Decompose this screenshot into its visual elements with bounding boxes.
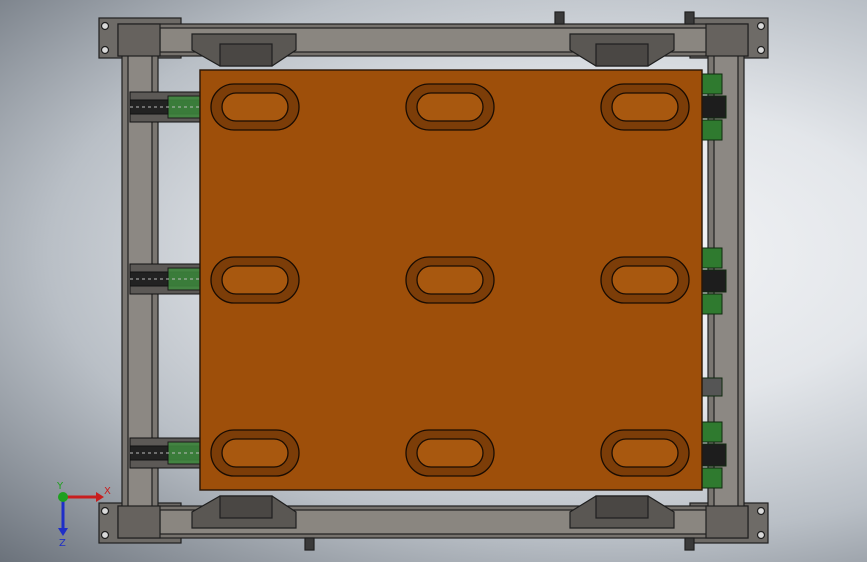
plate-slot [210,429,300,477]
bolt-hole [100,45,110,55]
bolt-hole [756,506,766,516]
triad-x-arrow [96,492,104,502]
triad-x-label: X [104,486,111,497]
chain-drive-left-top [129,91,203,123]
plate-slot [405,256,495,304]
clip-top [554,11,565,25]
plate-slot [600,83,690,131]
plate-slot [600,256,690,304]
plate-slot [210,83,300,131]
plate-slot [405,83,495,131]
roller [699,119,723,141]
roller-chain [699,443,727,467]
pallet-plate[interactable] [199,69,703,491]
chain-drive-left-bottom [129,437,203,469]
clip-bottom [684,537,695,551]
plate-slot [600,429,690,477]
bolt-hole [756,45,766,55]
roller-chain [699,269,727,293]
bolt-hole [756,21,766,31]
bolt-hole [100,506,110,516]
roller-chain [699,377,723,397]
roller [699,293,723,315]
roller [699,467,723,489]
chain-drive-left-middle [129,263,203,295]
triad-y-axis [58,492,68,502]
top-guide-right-slot [595,43,649,67]
roller-chain [699,95,727,119]
top-guide-left-slot [219,43,273,67]
right-rollers[interactable] [699,73,727,489]
corner-block-tl [117,23,161,57]
clip-bottom [304,537,315,551]
plate-slot [405,429,495,477]
bolt-hole [100,21,110,31]
clip-top [684,11,695,25]
bolt-hole [100,530,110,540]
cad-viewport[interactable]: X Y Z [0,0,867,562]
roller [699,421,723,443]
corner-block-tr [705,23,749,57]
triad-z-arrow [58,528,68,536]
triad-y-label: Y [56,481,64,492]
roller [699,247,723,269]
bottom-guide-left-slot [219,495,273,519]
triad-z-label: Z [59,538,66,549]
roller [699,73,723,95]
corner-block-bl [117,505,161,539]
bolt-hole [756,530,766,540]
plate-slot [210,256,300,304]
corner-block-br [705,505,749,539]
bottom-guide-right-slot [595,495,649,519]
